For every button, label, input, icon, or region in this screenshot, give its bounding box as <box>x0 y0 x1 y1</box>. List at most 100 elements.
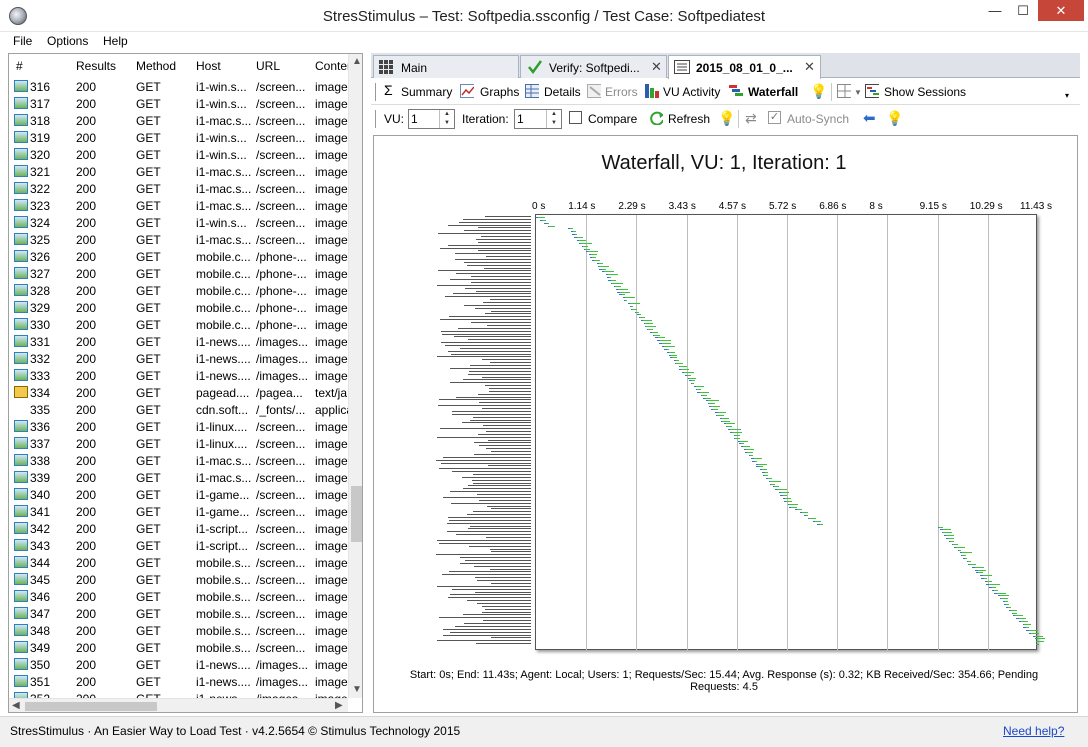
waterfall-receive-bar[interactable] <box>764 475 769 476</box>
table-row[interactable]: 341 200 GET i1-game... /screen... image. <box>9 503 348 520</box>
table-row[interactable]: 332 200 GET i1-news.... /images... image. <box>9 350 348 367</box>
waterfall-receive-bar[interactable] <box>1010 609 1017 611</box>
table-row[interactable]: 319 200 GET i1-win.s... /screen... image. <box>9 129 348 146</box>
waterfall-receive-bar[interactable] <box>758 466 764 468</box>
summary-button[interactable]: Summary <box>401 85 452 99</box>
table-row[interactable]: 328 200 GET mobile.c... /phone-... image. <box>9 282 348 299</box>
iteration-spinner[interactable]: ▲▼ <box>514 109 562 129</box>
waterfall-receive-bar[interactable] <box>730 429 741 431</box>
waterfall-receive-bar[interactable] <box>621 294 625 296</box>
waterfall-receive-bar[interactable] <box>594 260 601 261</box>
waterfall-receive-bar[interactable] <box>662 343 671 345</box>
waterfall-receive-bar[interactable] <box>1018 618 1027 620</box>
horizontal-scrollbar[interactable]: ◀ ▶ <box>9 698 348 712</box>
table-row[interactable]: 350 200 GET i1-news.... /images... image. <box>9 656 348 673</box>
table-row[interactable]: 334 200 GET pagead.... /pagea... text/ja <box>9 384 348 401</box>
waterfall-receive-bar[interactable] <box>591 254 598 256</box>
waterfall-receive-bar[interactable] <box>1000 595 1010 597</box>
table-row[interactable]: 316 200 GET i1-win.s... /screen... image. <box>9 78 348 95</box>
waterfall-receive-bar[interactable] <box>680 368 689 370</box>
table-row[interactable]: 340 200 GET i1-game... /screen... image. <box>9 486 348 503</box>
table-row[interactable]: 338 200 GET i1-mac.s... /screen... image. <box>9 452 348 469</box>
table-row[interactable]: 347 200 GET mobile.s... /screen... image. <box>9 605 348 622</box>
scroll-right-icon[interactable]: ▶ <box>335 700 343 711</box>
waterfall-receive-bar[interactable] <box>587 251 598 253</box>
waterfall-receive-bar[interactable] <box>659 340 671 342</box>
waterfall-receive-bar[interactable] <box>767 477 772 479</box>
waterfall-receive-bar[interactable] <box>789 503 798 505</box>
waterfall-button[interactable]: Waterfall <box>748 85 798 99</box>
waterfall-receive-bar[interactable] <box>632 308 638 310</box>
waterfall-receive-bar[interactable] <box>741 443 745 445</box>
waterfall-receive-bar[interactable] <box>599 265 610 267</box>
waterfall-receive-bar[interactable] <box>947 538 954 540</box>
waterfall-receive-bar[interactable] <box>942 532 953 534</box>
waterfall-receive-bar[interactable] <box>726 423 736 425</box>
waterfall-receive-bar[interactable] <box>615 285 622 287</box>
scroll-up-icon[interactable]: ▲ <box>352 56 362 67</box>
lightbulb-icon[interactable]: 💡 <box>718 110 735 127</box>
waterfall-receive-bar[interactable] <box>962 555 966 557</box>
waterfall-receive-bar[interactable] <box>735 437 741 439</box>
waterfall-receive-bar[interactable] <box>638 314 642 316</box>
lightbulb-icon[interactable]: 💡 <box>886 110 903 127</box>
tab-main[interactable]: Main <box>373 55 519 78</box>
waterfall-receive-bar[interactable] <box>604 271 614 273</box>
waterfall-receive-bar[interactable] <box>666 348 670 350</box>
waterfall-receive-bar[interactable] <box>710 406 720 408</box>
waterfall-receive-bar[interactable] <box>771 483 775 485</box>
column-header-number[interactable]: # <box>16 59 23 73</box>
waterfall-receive-bar[interactable] <box>968 561 972 562</box>
table-row[interactable]: 335 200 GET cdn.soft... /_fonts/... applica <box>9 401 348 418</box>
waterfall-receive-bar[interactable] <box>796 509 803 511</box>
waterfall-receive-bar[interactable] <box>982 575 992 577</box>
waterfall-receive-bar[interactable] <box>576 237 583 239</box>
waterfall-receive-bar[interactable] <box>1005 604 1009 605</box>
waterfall-receive-bar[interactable] <box>700 391 709 393</box>
waterfall-receive-bar[interactable] <box>939 526 944 528</box>
table-row[interactable]: 337 200 GET i1-linux.... /screen... image. <box>9 435 348 452</box>
waterfall-receive-bar[interactable] <box>583 245 589 247</box>
waterfall-receive-bar[interactable] <box>570 228 573 230</box>
table-row[interactable]: 336 200 GET i1-linux.... /screen... image. <box>9 418 348 435</box>
waterfall-receive-bar[interactable] <box>549 225 556 227</box>
waterfall-receive-bar[interactable] <box>608 274 619 276</box>
waterfall-receive-bar[interactable] <box>574 234 577 236</box>
vu-activity-button[interactable]: VU Activity <box>663 85 720 99</box>
waterfall-receive-bar[interactable] <box>942 529 952 531</box>
waterfall-receive-bar[interactable] <box>1013 612 1017 614</box>
vu-spinner[interactable]: ▲▼ <box>408 109 455 129</box>
vertical-scrollbar[interactable]: ▲ ▼ <box>348 54 362 698</box>
waterfall-receive-bar[interactable] <box>1034 635 1044 637</box>
waterfall-receive-bar[interactable] <box>631 305 634 307</box>
minimize-button[interactable]: — <box>981 0 1009 21</box>
waterfall-receive-bar[interactable] <box>809 518 817 519</box>
column-header-content[interactable]: Conter <box>315 59 348 73</box>
table-row[interactable]: 323 200 GET i1-mac.s... /screen... image. <box>9 197 348 214</box>
iteration-input[interactable] <box>517 111 537 127</box>
table-row[interactable]: 331 200 GET i1-news.... /images... image. <box>9 333 348 350</box>
menu-help[interactable]: Help <box>103 34 128 48</box>
waterfall-receive-bar[interactable] <box>642 320 652 322</box>
table-row[interactable]: 344 200 GET mobile.s... /screen... image. <box>9 554 348 571</box>
tab-waterfall-report[interactable]: 2015_08_01_0_... ✕ <box>668 55 821 79</box>
waterfall-receive-bar[interactable] <box>969 563 976 565</box>
waterfall-receive-bar[interactable] <box>696 386 704 388</box>
tab-verify[interactable]: Verify: Softpedi... ✕ <box>520 55 667 78</box>
waterfall-receive-bar[interactable] <box>653 334 660 336</box>
menu-options[interactable]: Options <box>47 34 88 48</box>
waterfall-receive-bar[interactable] <box>712 409 719 411</box>
table-row[interactable]: 320 200 GET i1-win.s... /screen... image. <box>9 146 348 163</box>
waterfall-receive-bar[interactable] <box>697 389 702 390</box>
waterfall-receive-bar[interactable] <box>691 383 694 385</box>
waterfall-receive-bar[interactable] <box>707 400 719 402</box>
waterfall-receive-bar[interactable] <box>746 452 754 454</box>
waterfall-receive-bar[interactable] <box>687 374 691 376</box>
waterfall-receive-bar[interactable] <box>753 457 762 459</box>
tab-verify-close-icon[interactable]: ✕ <box>651 59 662 75</box>
waterfall-receive-bar[interactable] <box>1036 641 1044 643</box>
waterfall-receive-bar[interactable] <box>801 512 809 514</box>
waterfall-receive-bar[interactable] <box>580 242 592 244</box>
waterfall-receive-bar[interactable] <box>953 543 958 545</box>
waterfall-receive-bar[interactable] <box>1025 626 1029 628</box>
